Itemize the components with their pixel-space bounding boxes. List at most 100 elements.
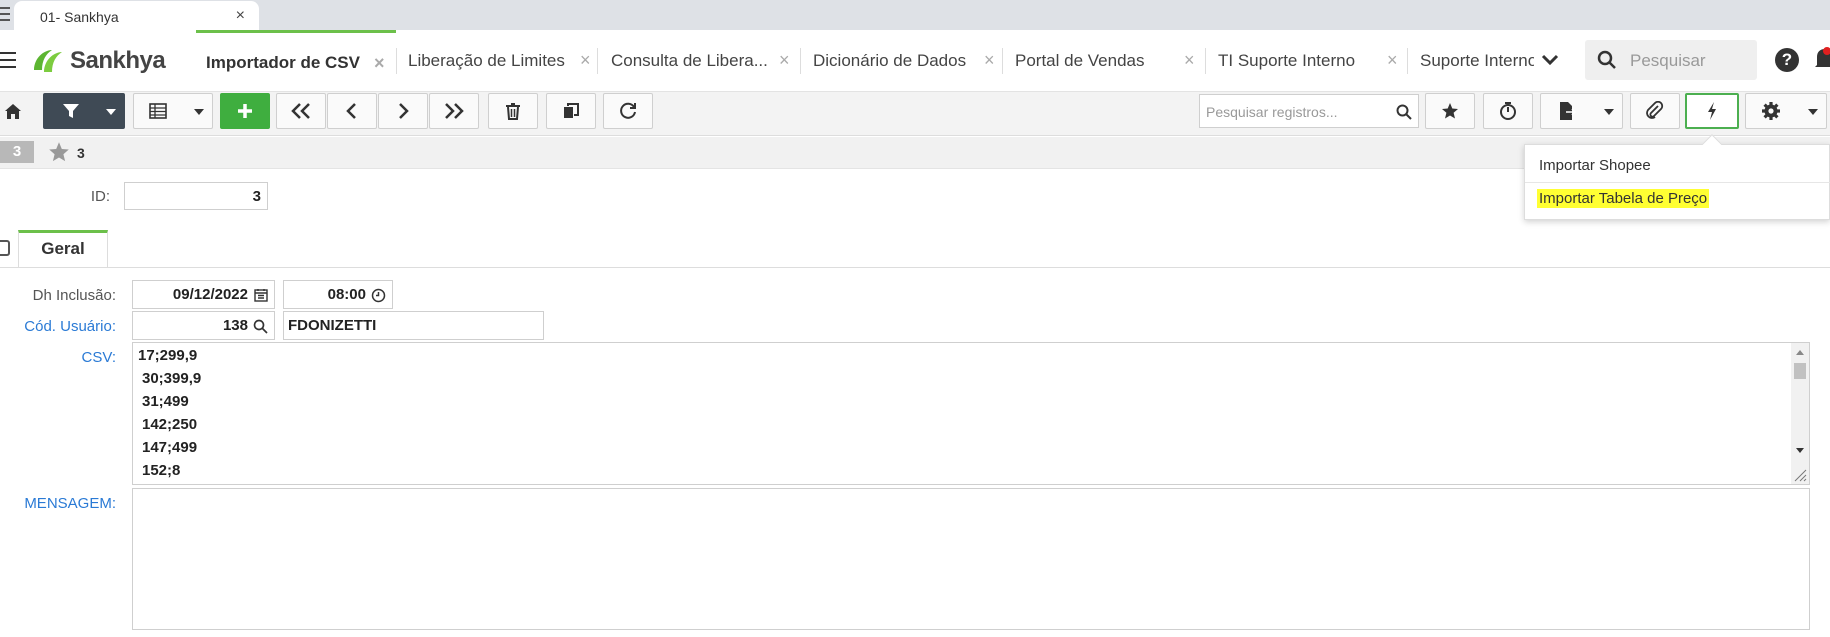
filter-button[interactable] bbox=[43, 93, 125, 129]
scroll-thumb[interactable] bbox=[1794, 363, 1806, 379]
tab-label: TI Suporte Interno bbox=[1218, 51, 1356, 70]
csv-scrollbar[interactable] bbox=[1791, 343, 1809, 484]
calendar-icon[interactable] bbox=[254, 288, 268, 302]
dh-date-value: 09/12/2022 bbox=[172, 286, 248, 303]
tab-ti-suporte-interno[interactable]: TI Suporte Interno × bbox=[1205, 30, 1407, 92]
browser-tab-title: 01- Sankhya bbox=[40, 9, 119, 25]
scroll-up-arrow-icon[interactable] bbox=[1791, 346, 1809, 358]
browser-menu-icon[interactable] bbox=[0, 7, 10, 23]
home-icon bbox=[5, 104, 21, 119]
chevron-left-icon bbox=[346, 103, 356, 119]
search-placeholder: Pesquisar bbox=[1630, 51, 1706, 70]
sankhya-logo[interactable]: Sankhya bbox=[30, 44, 166, 78]
previous-record-button[interactable] bbox=[327, 93, 377, 129]
main-menu-icon[interactable] bbox=[0, 52, 16, 73]
chevron-right-icon bbox=[399, 103, 409, 119]
mensagem-label[interactable]: MENSAGEM: bbox=[0, 495, 116, 512]
tab-geral[interactable]: Geral bbox=[18, 230, 108, 267]
caret-down-icon bbox=[194, 109, 204, 115]
tab-close-icon[interactable]: × bbox=[580, 50, 591, 71]
search-icon[interactable] bbox=[253, 319, 268, 334]
csv-label[interactable]: CSV: bbox=[0, 349, 116, 366]
user-code-value: 138 bbox=[222, 317, 248, 334]
star-icon[interactable] bbox=[48, 141, 70, 163]
home-button[interactable] bbox=[0, 93, 28, 129]
tab-label: Suporte Interno bbox=[1420, 51, 1534, 70]
tab-label: Importador de CSV bbox=[206, 52, 360, 72]
copy-icon bbox=[564, 103, 579, 118]
tab-portal-de-vendas[interactable]: Portal de Vendas × bbox=[1002, 30, 1204, 92]
delete-button[interactable] bbox=[488, 93, 538, 129]
first-record-button[interactable] bbox=[276, 93, 326, 129]
mensagem-textarea[interactable] bbox=[132, 488, 1810, 630]
grid-icon bbox=[149, 103, 167, 119]
attach-button[interactable] bbox=[1630, 93, 1680, 129]
record-search-input[interactable]: Pesquisar registros... bbox=[1199, 94, 1419, 128]
dh-time-field[interactable]: 08:00 bbox=[283, 280, 393, 309]
panel-icon[interactable] bbox=[0, 240, 10, 256]
tab-suporte-interno[interactable]: Suporte Interno bbox=[1407, 30, 1534, 92]
user-name-field: FDONIZETTI bbox=[283, 311, 544, 340]
stopwatch-icon bbox=[1500, 102, 1516, 120]
favorite-count: 3 bbox=[77, 145, 85, 161]
scroll-down-arrow-icon[interactable] bbox=[1791, 445, 1809, 457]
record-toolbar: Pesquisar registros... bbox=[0, 92, 1830, 136]
csv-line: 147;499 bbox=[142, 439, 198, 456]
menu-item-importar-tabela-de-preco[interactable]: Importar Tabela de Preço bbox=[1537, 189, 1710, 208]
grid-view-button[interactable] bbox=[133, 93, 213, 129]
notification-bell-icon[interactable] bbox=[1813, 45, 1830, 73]
star-icon bbox=[1442, 103, 1458, 119]
csv-line: 17;299,9 bbox=[138, 347, 198, 364]
clock-icon[interactable] bbox=[371, 288, 386, 303]
user-code-field[interactable]: 138 bbox=[132, 311, 275, 340]
tab-close-icon[interactable]: × bbox=[779, 50, 790, 71]
dh-date-field[interactable]: 09/12/2022 bbox=[132, 280, 275, 309]
favorite-button[interactable] bbox=[1425, 93, 1475, 129]
refresh-button[interactable] bbox=[603, 93, 653, 129]
chevron-down-icon[interactable] bbox=[1540, 48, 1560, 72]
menu-item-importar-shopee[interactable]: Importar Shopee bbox=[1539, 157, 1651, 174]
csv-line: 31;499 bbox=[142, 393, 189, 410]
tab-close-icon[interactable]: × bbox=[374, 53, 385, 74]
tab-liberacao-de-limites[interactable]: Liberação de Limites × bbox=[396, 30, 596, 92]
dh-inclusao-label: Dh Inclusão: bbox=[32, 287, 116, 304]
tab-consulta-de-liberacoes[interactable]: Consulta de Libera... × bbox=[597, 30, 800, 92]
duplicate-button[interactable] bbox=[546, 93, 596, 129]
tab-close-icon[interactable]: × bbox=[984, 50, 995, 71]
settings-button[interactable] bbox=[1745, 93, 1827, 129]
export-button[interactable] bbox=[1540, 93, 1623, 129]
tab-importador-de-csv[interactable]: Importador de CSV × bbox=[196, 30, 396, 92]
tab-close-icon[interactable]: × bbox=[1184, 50, 1195, 71]
id-field[interactable]: 3 bbox=[124, 182, 268, 210]
record-search-placeholder: Pesquisar registros... bbox=[1206, 104, 1338, 120]
actions-button[interactable] bbox=[1685, 93, 1739, 129]
last-record-button[interactable] bbox=[429, 93, 479, 129]
csv-line: 30;399,9 bbox=[142, 370, 202, 387]
filter-icon bbox=[63, 104, 79, 118]
timer-button[interactable] bbox=[1483, 93, 1533, 129]
dh-time-value: 08:00 bbox=[327, 286, 366, 303]
add-record-button[interactable] bbox=[220, 93, 270, 129]
refresh-icon bbox=[620, 102, 636, 119]
cod-usuario-label[interactable]: Cód. Usuário: bbox=[0, 318, 116, 335]
csv-textarea[interactable]: 17;299,9 30;399,9 31;499 142;250 147;499… bbox=[132, 342, 1810, 485]
global-search-input[interactable]: Pesquisar bbox=[1585, 40, 1757, 80]
tab-dicionario-de-dados[interactable]: Dicionário de Dados × bbox=[800, 30, 1002, 92]
plus-icon bbox=[238, 104, 252, 118]
help-icon[interactable]: ? bbox=[1775, 48, 1799, 72]
resize-grip-icon[interactable] bbox=[1792, 467, 1808, 483]
browser-tab[interactable]: 01- Sankhya × bbox=[14, 1, 259, 30]
tab-label: Consulta de Libera... bbox=[611, 51, 768, 70]
search-icon bbox=[1396, 104, 1412, 120]
record-count-badge: 3 bbox=[0, 141, 34, 163]
caret-down-icon bbox=[106, 109, 116, 115]
csv-line: 142;250 bbox=[142, 416, 198, 433]
caret-down-icon bbox=[1808, 109, 1818, 115]
search-icon bbox=[1597, 50, 1616, 69]
double-chevron-left-icon bbox=[291, 103, 310, 119]
trash-icon bbox=[506, 103, 520, 120]
browser-tab-close-icon[interactable]: × bbox=[236, 7, 245, 25]
next-record-button[interactable] bbox=[378, 93, 428, 129]
tab-close-icon[interactable]: × bbox=[1387, 50, 1398, 71]
tab-label: Portal de Vendas bbox=[1015, 51, 1145, 70]
